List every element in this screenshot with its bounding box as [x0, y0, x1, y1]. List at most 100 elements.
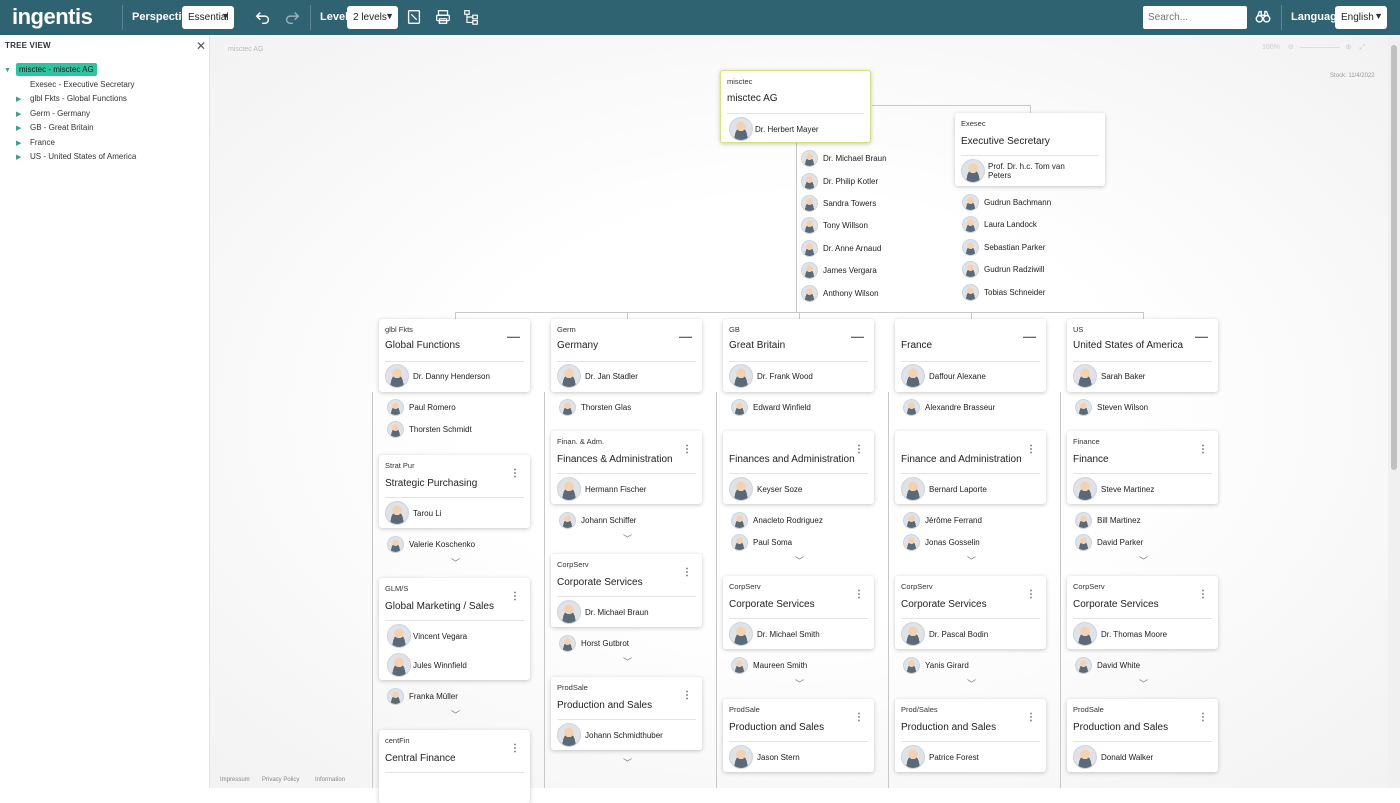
fullscreen-icon[interactable]: ⤢: [1359, 44, 1365, 51]
breadcrumb[interactable]: misctec AG: [224, 43, 268, 56]
more-options-icon[interactable]: ⋮: [854, 444, 864, 455]
more-options-icon[interactable]: ⋮: [1198, 444, 1208, 455]
org-unit-card-exesec[interactable]: Exesec Executive Secretary Prof. Dr. h.c…: [955, 113, 1105, 186]
expand-chevron-icon[interactable]: ﹀: [451, 556, 460, 569]
org-unit-card[interactable]: Finances and Administration ⋮ Keyser Soze: [723, 431, 874, 504]
org-unit-card[interactable]: US United States of America — Sarah Baker: [1067, 319, 1218, 392]
more-options-icon[interactable]: ⋮: [510, 743, 520, 754]
more-options-icon[interactable]: ⋮: [1198, 589, 1208, 600]
tree-item-us[interactable]: ▶ US - United States of America: [16, 152, 136, 161]
vertical-scrollbar[interactable]: [1388, 35, 1400, 788]
unit-title: Corporate Services: [729, 599, 815, 610]
level-select[interactable]: 2 levels ▼: [347, 6, 398, 29]
tree-item-global-functions[interactable]: ▶ glbl Fkts - Global Functions: [16, 94, 127, 103]
card-divider: [1073, 361, 1212, 362]
expand-chevron-icon[interactable]: ﹀: [623, 655, 632, 668]
avatar: [387, 624, 411, 648]
more-options-icon[interactable]: ⋮: [854, 589, 864, 600]
org-unit-card[interactable]: ProdSale Production and Sales ⋮ Jason Stern: [723, 699, 874, 772]
impressum-link[interactable]: Impressum: [220, 777, 250, 783]
more-options-icon[interactable]: ⋮: [682, 444, 692, 455]
more-options-icon[interactable]: ⋮: [1026, 444, 1036, 455]
collapse-icon[interactable]: —: [851, 329, 864, 344]
expand-chevron-icon[interactable]: ﹀: [1139, 554, 1148, 567]
org-unit-card[interactable]: Finance Finance ⋮ Steve Martinez: [1067, 431, 1218, 504]
caret-right-icon[interactable]: ▶: [16, 153, 21, 161]
org-unit-card[interactable]: CorpServ Corporate Services ⋮ Dr. Michael B…: [551, 554, 702, 627]
binoculars-icon[interactable]: [1252, 6, 1274, 28]
collapse-icon[interactable]: —: [507, 329, 520, 344]
person-name: Jérôme Ferrand: [925, 516, 982, 525]
more-options-icon[interactable]: ⋮: [1026, 712, 1036, 723]
privacy-policy-link[interactable]: Privacy Policy: [262, 777, 299, 783]
person-name: Dr. Michael Smith: [757, 630, 820, 639]
org-unit-card[interactable]: Germ Germany — Dr. Jan Stadler: [551, 319, 702, 392]
org-unit-card-misctec[interactable]: misctec misctec AG Dr. Herbert Mayer: [720, 70, 871, 143]
org-unit-card[interactable]: Prod/Sales Production and Sales ⋮ Patrice F…: [895, 699, 1046, 772]
language-select[interactable]: English ▼: [1335, 6, 1387, 29]
expand-chevron-icon[interactable]: ﹀: [795, 677, 804, 690]
redo-icon[interactable]: [281, 6, 303, 28]
caret-right-icon[interactable]: ▶: [16, 110, 21, 118]
caret-down-icon[interactable]: ▼: [4, 67, 11, 74]
org-unit-card[interactable]: CorpServ Corporate Services ⋮ Dr. Thomas Mo…: [1067, 576, 1218, 649]
org-unit-card[interactable]: ProdSale Production and Sales ⋮ Donald Walk…: [1067, 699, 1218, 772]
more-options-icon[interactable]: ⋮: [682, 567, 692, 578]
collapse-icon[interactable]: —: [1195, 329, 1208, 344]
org-unit-card[interactable]: CorpServ Corporate Services ⋮ Dr. Michael S…: [723, 576, 874, 649]
org-unit-card[interactable]: glbl Fkts Global Functions — Dr. Danny Hend…: [379, 319, 530, 392]
org-structure-icon[interactable]: [460, 6, 482, 28]
person-name: Anacleto Rodriguez: [753, 516, 823, 525]
collapse-icon[interactable]: —: [1023, 329, 1036, 344]
tree-item-misctec[interactable]: ▼ misctec - misctec AG: [4, 63, 97, 76]
more-options-icon[interactable]: ⋮: [1026, 589, 1036, 600]
org-unit-card[interactable]: France — Daffour Alexane: [895, 319, 1046, 392]
perspective-select[interactable]: Essential ▼: [182, 6, 234, 29]
undo-icon[interactable]: [252, 6, 274, 28]
caret-right-icon[interactable]: ▶: [16, 124, 21, 132]
org-unit-card[interactable]: GB Great Britain — Dr. Frank Wood: [723, 319, 874, 392]
org-unit-card[interactable]: Strat Pur Strategic Purchasing ⋮ Tarou Li: [379, 455, 530, 528]
expand-chevron-icon[interactable]: ﹀: [967, 677, 976, 690]
org-unit-card[interactable]: centFin Central Finance ⋮: [379, 730, 530, 803]
unit-title: Finances & Administration: [557, 454, 673, 465]
scrollbar-thumb[interactable]: [1391, 45, 1397, 470]
zoom-slider[interactable]: [1299, 46, 1340, 48]
close-icon[interactable]: ✕: [196, 39, 206, 53]
fit-page-icon[interactable]: [403, 6, 425, 28]
more-options-icon[interactable]: ⋮: [510, 468, 520, 479]
expand-chevron-icon[interactable]: ﹀: [451, 708, 460, 721]
caret-right-icon[interactable]: ▶: [16, 95, 21, 103]
more-options-icon[interactable]: ⋮: [1198, 712, 1208, 723]
caret-right-icon[interactable]: ▶: [16, 139, 21, 147]
person-name: Yanis Girard: [925, 661, 969, 670]
more-options-icon[interactable]: ⋮: [682, 690, 692, 701]
level-value: 2 levels: [353, 12, 387, 23]
expand-chevron-icon[interactable]: ﹀: [967, 554, 976, 567]
collapse-icon[interactable]: —: [679, 329, 692, 344]
expand-chevron-icon[interactable]: ﹀: [623, 532, 632, 545]
information-link[interactable]: Information: [315, 777, 345, 783]
zoom-out-icon[interactable]: ⊖: [1288, 44, 1294, 51]
expand-chevron-icon[interactable]: ﹀: [1139, 677, 1148, 690]
expand-chevron-icon[interactable]: ﹀: [623, 756, 632, 769]
tree-item-germany[interactable]: ▶ Germ - Germany: [16, 109, 90, 118]
print-icon[interactable]: [432, 6, 454, 28]
org-unit-card[interactable]: ProdSale Production and Sales ⋮ Johann Schm…: [551, 677, 702, 750]
org-unit-card[interactable]: CorpServ Corporate Services ⋮ Dr. Pascal Bo…: [895, 576, 1046, 649]
avatar: [801, 195, 818, 212]
tree-item-france[interactable]: ▶ France: [16, 138, 55, 147]
org-unit-card[interactable]: Finan. & Adm. Finances & Administration ⋮ H…: [551, 431, 702, 504]
zoom-in-icon[interactable]: ⊕: [1346, 44, 1352, 51]
more-options-icon[interactable]: ⋮: [510, 591, 520, 602]
search-input[interactable]: [1143, 6, 1247, 29]
person-name: Tobias Schneider: [984, 288, 1046, 297]
more-options-icon[interactable]: ⋮: [854, 712, 864, 723]
person-name: Jonas Gosselin: [925, 538, 980, 547]
tree-item-great-britain[interactable]: ▶ GB - Great Britain: [16, 123, 94, 132]
ingentis-logo[interactable]: ingentis: [12, 4, 93, 30]
org-unit-card[interactable]: GLM/S Global Marketing / Sales ⋮ Vincent Ve…: [379, 578, 530, 680]
tree-item-exesec[interactable]: Exesec - Executive Secretary: [30, 80, 134, 89]
org-unit-card[interactable]: Finance and Administration ⋮ Bernard Lapor…: [895, 431, 1046, 504]
expand-chevron-icon[interactable]: ﹀: [795, 554, 804, 567]
